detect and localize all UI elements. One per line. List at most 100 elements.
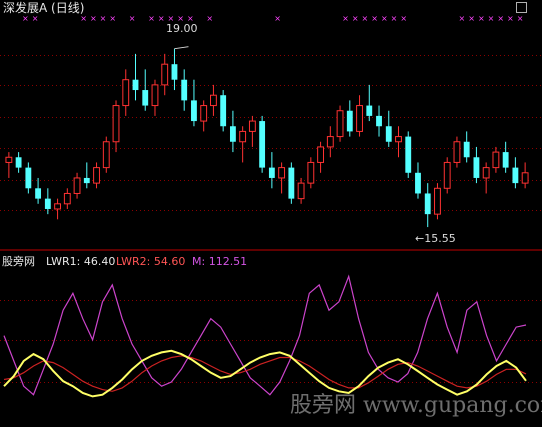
signal-x-mark: × [381, 14, 388, 23]
candle-body [112, 105, 120, 143]
candle-body [317, 146, 324, 163]
candle-body [25, 167, 32, 189]
candle [366, 84, 373, 122]
candle [278, 162, 286, 194]
kline-chart-canvas[interactable]: × × × × × × × × × × × × × × × × × × × × × × × × × × × × [0, 0, 542, 427]
signal-x-mark: × [362, 14, 369, 23]
m-value-label: M: 112.51 [192, 255, 248, 268]
candle-body [307, 161, 315, 184]
candle [415, 162, 421, 199]
candle-body [415, 172, 421, 194]
candle-body [288, 167, 295, 199]
candle [239, 126, 247, 163]
candle [346, 100, 353, 137]
indicator-name-label: 股旁网 [2, 255, 35, 268]
candle [171, 48, 178, 91]
signal-x-mark: × [391, 14, 398, 23]
signal-x-mark: × [352, 14, 359, 23]
candle-body [132, 79, 139, 91]
low-price-label: ←15.55 [415, 232, 456, 245]
site-watermark: 股旁网 www.gupang.com [290, 393, 542, 418]
candle [142, 69, 149, 111]
candle-body [492, 151, 500, 169]
candle-body [268, 167, 275, 178]
lwr2-line [3, 355, 527, 392]
candle [248, 115, 256, 147]
candle-body [191, 100, 197, 122]
candle-body [502, 152, 509, 168]
candle [326, 126, 334, 158]
candle [112, 100, 120, 153]
candle-body [229, 126, 236, 142]
candle [93, 162, 100, 189]
candle-body [376, 115, 382, 127]
candle-body [83, 177, 90, 184]
high-pointer [174, 46, 189, 50]
candle-body [366, 105, 373, 116]
signal-x-mark: × [274, 14, 281, 23]
candle [521, 162, 529, 189]
candle-body [297, 182, 305, 200]
candle-body [346, 110, 353, 132]
candle-body [15, 157, 22, 168]
candle [229, 110, 236, 153]
candle-body [5, 156, 13, 163]
candle [453, 136, 461, 168]
candle-body [220, 95, 227, 127]
candle [512, 157, 519, 189]
panel-toggle-box[interactable] [516, 2, 527, 13]
candle [35, 177, 42, 204]
candle-body [171, 64, 178, 80]
candle [220, 90, 227, 132]
grid-lines [0, 55, 542, 383]
candle-body [63, 192, 71, 205]
signal-x-mark: × [148, 14, 155, 23]
lwr1-line [3, 349, 527, 398]
candle [151, 79, 159, 116]
signal-markers-row: × × × × × × × × × × × × × × × × × × × × × × × × × × × × [22, 14, 523, 23]
candle [307, 157, 315, 189]
candle-body [35, 188, 42, 199]
signal-x-mark: × [517, 14, 524, 23]
candle [385, 110, 392, 147]
candle-body [336, 110, 344, 138]
lwr2-value-label: LWR2: 54.60 [116, 255, 186, 268]
candle [5, 152, 13, 178]
m-line [3, 274, 527, 396]
candle [356, 95, 363, 137]
candle [405, 131, 412, 178]
candle [181, 69, 188, 111]
signal-x-mark: × [129, 14, 136, 23]
high-price-label: 19.00 [166, 22, 198, 35]
candle-body [326, 136, 334, 148]
candle-body [102, 141, 110, 169]
candle-body [239, 130, 247, 143]
candle [297, 177, 305, 204]
candlestick-series [5, 46, 529, 228]
candle-body [54, 203, 61, 210]
candle [63, 188, 71, 209]
signal-x-mark: × [100, 14, 107, 23]
candle-body [93, 167, 100, 184]
candle-body [122, 79, 130, 107]
candle-body [521, 172, 529, 184]
signal-x-mark: × [507, 14, 514, 23]
candle [424, 183, 431, 228]
candle-body [512, 167, 519, 184]
candle [317, 141, 324, 173]
candle-body [73, 177, 81, 194]
candle-body [142, 90, 149, 106]
lwr1-value-label: LWR1: 46.40 [46, 255, 116, 268]
candle [336, 105, 344, 142]
candle-body [259, 121, 266, 168]
candle [502, 141, 509, 173]
candle [259, 115, 266, 173]
candle-body [424, 193, 431, 215]
candle [191, 79, 197, 127]
candle-body [151, 84, 159, 107]
candle-body [482, 167, 490, 179]
signal-x-mark: × [488, 14, 495, 23]
candle-body [356, 105, 363, 132]
candle [102, 136, 110, 173]
candle-body [161, 63, 169, 86]
